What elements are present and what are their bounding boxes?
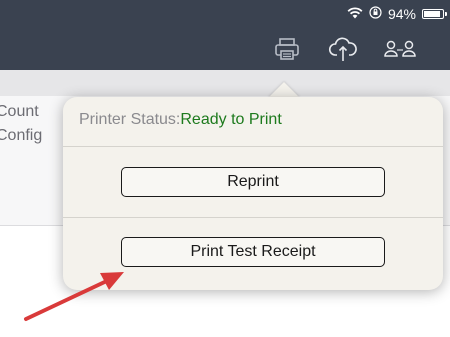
annotation-arrow xyxy=(24,272,124,321)
